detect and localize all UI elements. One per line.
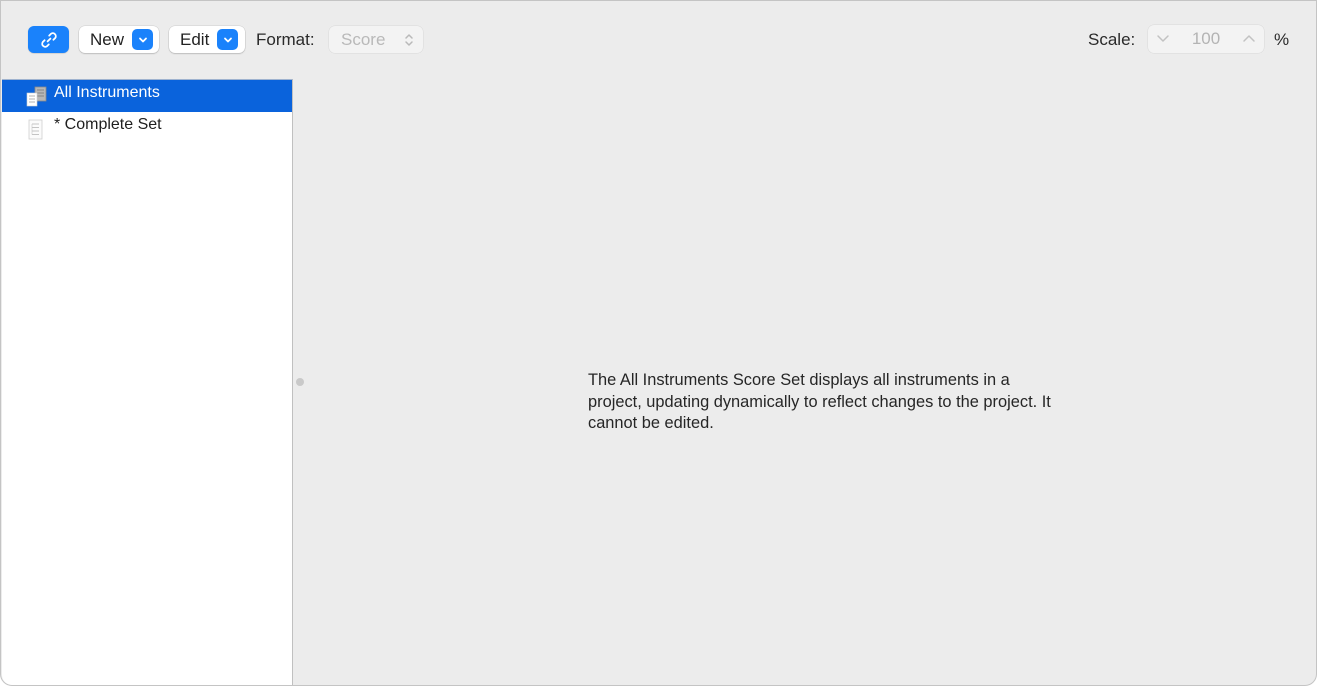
new-button-label: New — [90, 29, 125, 49]
toolbar: New Edit Format: Score Scale: 100 % — [1, 1, 1316, 79]
score-sets-window: New Edit Format: Score Scale: 100 % All … — [0, 0, 1317, 686]
chevron-down-icon[interactable] — [217, 29, 239, 50]
score-set-description: The All Instruments Score Set displays a… — [588, 371, 1051, 432]
list-item-complete-set[interactable]: * Complete Set — [2, 112, 292, 144]
edit-button-label: Edit — [180, 29, 210, 49]
list-item-all-instruments[interactable]: All Instruments — [2, 80, 292, 112]
scale-label: Scale: — [1088, 30, 1136, 49]
list-item-label: * Complete Set — [54, 116, 162, 133]
up-down-chevron-icon — [405, 33, 413, 46]
link-button[interactable] — [28, 26, 69, 53]
link-icon — [40, 31, 57, 48]
list-item-label: All Instruments — [54, 84, 160, 101]
format-label: Format: — [256, 30, 315, 49]
edit-button[interactable]: Edit — [169, 26, 245, 53]
split-view-handle[interactable] — [296, 378, 304, 386]
score-page-icon — [24, 118, 48, 140]
increment-chevron-icon[interactable] — [1241, 30, 1257, 46]
format-value: Score — [341, 29, 386, 49]
new-button[interactable]: New — [79, 26, 159, 53]
scale-unit: % — [1274, 30, 1290, 49]
scale-stepper[interactable]: 100 — [1148, 25, 1264, 53]
format-select[interactable]: Score — [329, 26, 423, 53]
score-set-stack-icon — [24, 86, 48, 108]
chevron-down-icon[interactable] — [132, 29, 154, 50]
score-set-list: All Instruments * Complete Set — [2, 79, 293, 685]
